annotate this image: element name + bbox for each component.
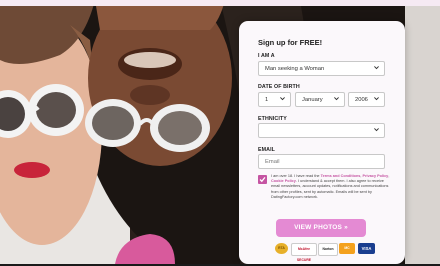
chevron-down-icon — [280, 97, 285, 101]
chevron-down-icon — [374, 97, 379, 101]
dob-year-value: 2006 — [355, 97, 368, 103]
privacy-link[interactable]: Privacy Policy — [363, 174, 389, 178]
terms-text: I am over 18. I have read the Terms and … — [271, 174, 390, 199]
dob-month-select[interactable]: January — [295, 92, 345, 107]
terms-link[interactable]: Terms and Conditions — [321, 174, 361, 178]
norton-badge: Norton — [318, 243, 338, 256]
i-am-select[interactable]: Man seeking a Woman — [258, 61, 385, 76]
dob-year-select[interactable]: 2006 — [348, 92, 385, 107]
terms-intro: I am over 18. I have read the — [271, 174, 320, 178]
top-bar — [0, 0, 440, 6]
email-field[interactable]: Email — [258, 154, 385, 169]
email-placeholder: Email — [265, 159, 280, 165]
checkmark-icon — [259, 177, 266, 183]
dob-day-value: 1 — [265, 97, 269, 103]
dob-label: DATE OF BIRTH — [258, 84, 300, 90]
rta-badge: RTA — [275, 243, 288, 254]
ethnicity-label: ETHNICITY — [258, 116, 287, 122]
trust-badges: RTA McAfee SECURE Norton MC VISA — [275, 243, 375, 262]
visa-badge: VISA — [358, 243, 375, 254]
ethnicity-select[interactable] — [258, 123, 385, 138]
i-am-value: Man seeking a Woman — [265, 66, 325, 72]
email-label: EMAIL — [258, 147, 275, 153]
view-photos-button[interactable]: VIEW PHOTOS » — [276, 219, 366, 237]
signup-title: Sign up for FREE! — [258, 38, 323, 47]
i-am-label: I AM A — [258, 53, 275, 59]
mastercard-badge: MC — [339, 243, 355, 254]
mcafee-badge: McAfee SECURE — [291, 243, 317, 262]
cookie-link[interactable]: Cookie Policy — [271, 179, 296, 183]
dob-day-select[interactable]: 1 — [258, 92, 291, 107]
chevron-down-icon — [374, 66, 379, 70]
chevron-down-icon — [374, 128, 379, 132]
dob-month-value: January — [302, 97, 323, 103]
terms-checkbox[interactable] — [258, 175, 267, 184]
signup-panel: Sign up for FREE! I AM A Man seeking a W… — [239, 21, 405, 264]
chevron-down-icon — [334, 97, 339, 101]
